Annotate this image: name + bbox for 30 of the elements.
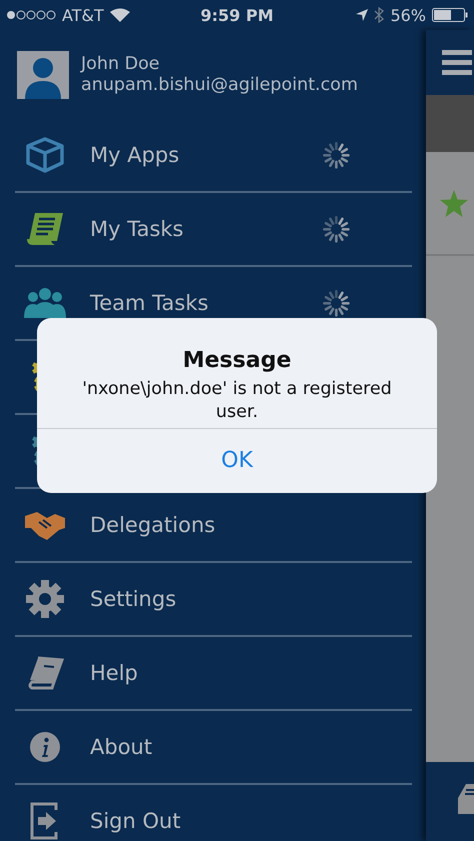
- wifi-icon: [110, 8, 130, 22]
- menu-item[interactable]: Sign Out: [15, 785, 412, 841]
- menu-icon[interactable]: [442, 50, 472, 76]
- location-arrow-icon: [356, 9, 368, 21]
- menu-item[interactable]: Help: [15, 637, 412, 711]
- battery-percentage: 56%: [390, 6, 426, 24]
- dialog-title: Message: [182, 348, 292, 373]
- user-email: anupam.bishui@agilepoint.com: [81, 75, 358, 95]
- sign-out-icon: [30, 802, 60, 840]
- star-icon[interactable]: [440, 190, 468, 216]
- carrier-name: AT&T: [62, 6, 104, 24]
- menu-item[interactable]: My Apps: [15, 119, 412, 193]
- user-name: John Doe: [81, 54, 161, 74]
- signal-icon: [6, 10, 56, 20]
- handshake-icon: [25, 510, 65, 540]
- menu-item[interactable]: My Tasks: [15, 193, 412, 267]
- menu-item[interactable]: About: [15, 711, 412, 785]
- bluetooth-icon: [374, 7, 384, 23]
- people-icon: [24, 288, 66, 318]
- tray-icon[interactable]: [458, 784, 474, 814]
- settings-icon: [25, 579, 65, 619]
- box-icon: [25, 137, 65, 173]
- avatar-icon: [17, 50, 69, 98]
- dialog-message: 'nxone\john.doe' is not a registered user.: [81, 378, 393, 424]
- info-icon: [29, 731, 61, 763]
- task-list-icon: [25, 211, 65, 247]
- book-icon: [26, 656, 64, 690]
- menu-item[interactable]: Settings: [15, 563, 412, 637]
- clock-time: 9:59 PM: [199, 6, 274, 24]
- battery-icon: [432, 8, 468, 22]
